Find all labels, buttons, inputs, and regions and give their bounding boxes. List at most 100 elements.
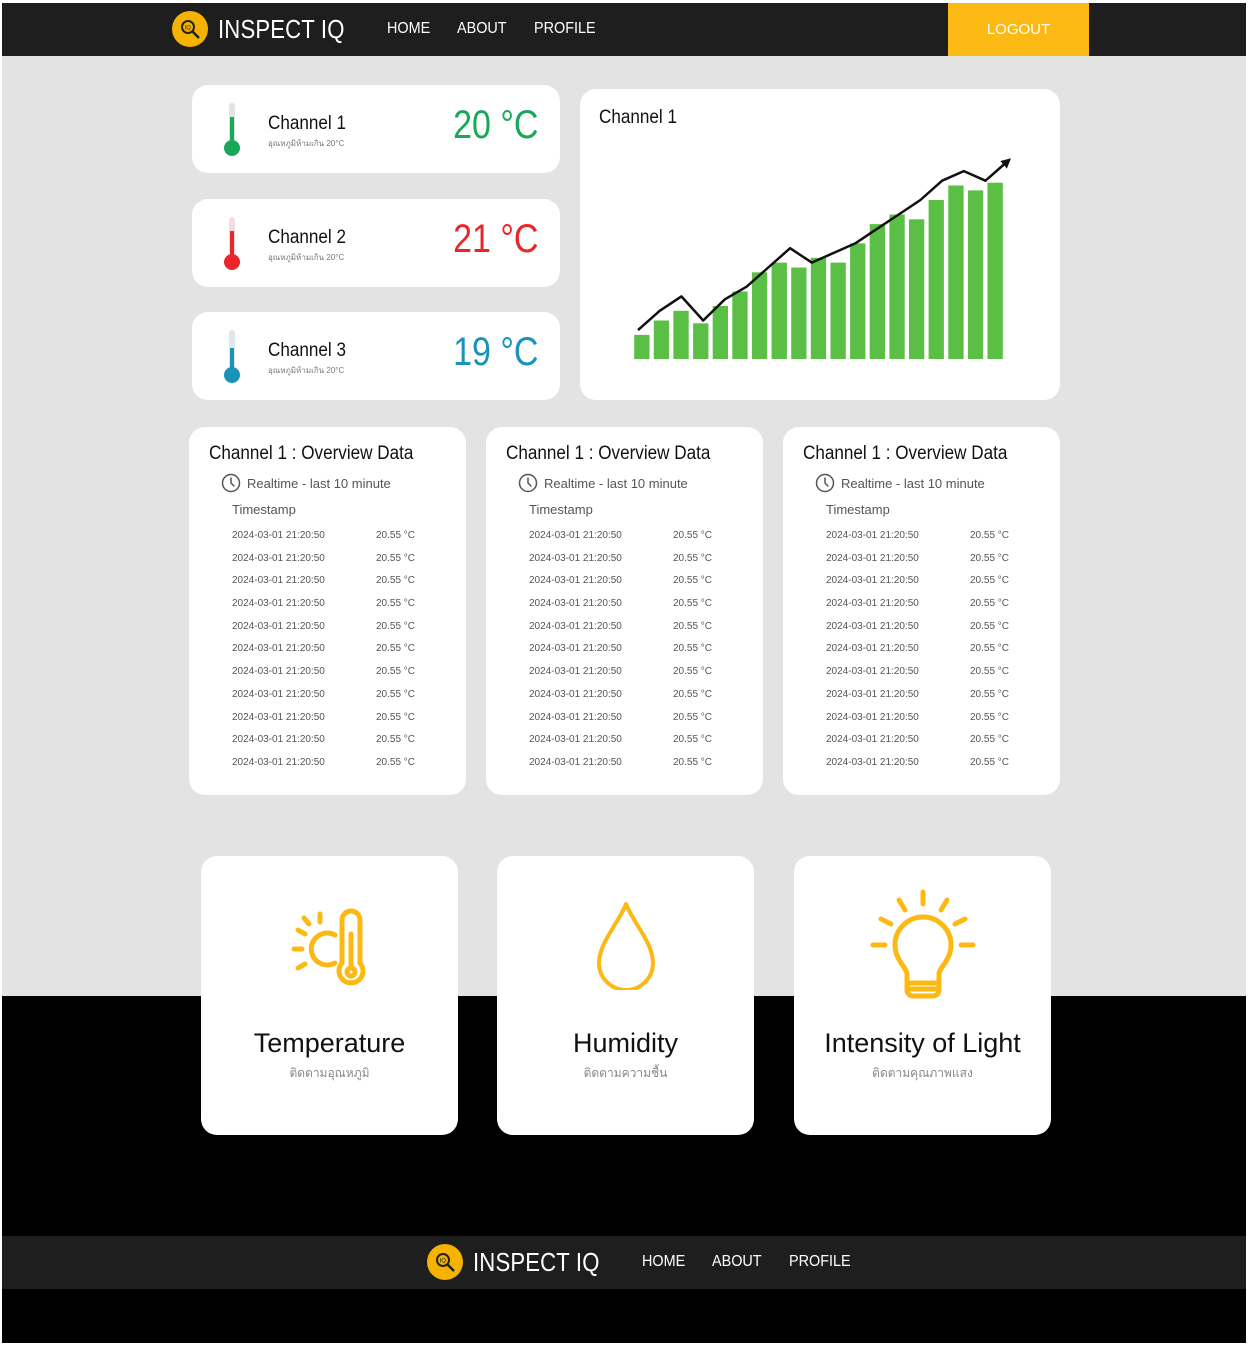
clock-icon (815, 473, 835, 493)
table-row: 2024-03-01 21:20:50 20.55 °C (232, 712, 432, 735)
footer-nav-about[interactable]: ABOUT (712, 1253, 762, 1271)
row-value: 20.55 °C (970, 598, 1010, 610)
nav-about[interactable]: ABOUT (457, 20, 507, 38)
inspect-iq-logo-icon: IQ (172, 11, 208, 47)
brand[interactable]: IQ INSPECT IQ (172, 11, 367, 47)
logout-button[interactable]: LOGOUT (948, 3, 1089, 56)
table-row: 2024-03-01 21:20:50 20.55 °C (826, 712, 1026, 735)
table-row: 2024-03-01 21:20:50 20.55 °C (232, 598, 432, 621)
row-timestamp: 2024-03-01 21:20:50 (529, 575, 622, 587)
chart-bar (869, 224, 885, 359)
column-header-timestamp: Timestamp (529, 502, 593, 517)
row-value: 20.55 °C (376, 552, 416, 564)
feature-title: Temperature (253, 1028, 406, 1058)
row-value: 20.55 °C (376, 575, 416, 587)
data-rows: 2024-03-01 21:20:50 20.55 °C 2024-03-01 21… (232, 530, 432, 780)
feature-subtitle: ติดตามคุณภาพแสง (872, 1066, 973, 1080)
table-row: 2024-03-01 21:20:50 20.55 °C (232, 734, 432, 757)
realtime-label: Realtime - last 10 minute (518, 473, 688, 493)
channel-name: Channel 2 (268, 227, 346, 248)
clock-icon (221, 473, 241, 493)
column-header-timestamp: Timestamp (232, 502, 296, 517)
row-timestamp: 2024-03-01 21:20:50 (529, 756, 622, 768)
table-row: 2024-03-01 21:20:50 20.55 °C (826, 666, 1026, 689)
nav-profile[interactable]: PROFILE (534, 20, 596, 38)
channel-card-3[interactable]: Channel 3 อุณหภูมิห้ามเกิน 20°C 19 °C (192, 312, 560, 400)
channel-note: อุณหภูมิห้ามเกิน 20°C (268, 139, 345, 148)
row-value: 20.55 °C (376, 530, 416, 541)
channel-note: อุณหภูมิห้ามเกิน 20°C (268, 366, 345, 375)
footer-nav-profile[interactable]: PROFILE (789, 1253, 851, 1271)
row-timestamp: 2024-03-01 21:20:50 (232, 643, 325, 655)
chart-bar (850, 243, 866, 359)
table-row: 2024-03-01 21:20:50 20.55 °C (826, 734, 1026, 757)
water-drop-icon (596, 902, 655, 990)
row-value: 20.55 °C (673, 552, 713, 564)
table-row: 2024-03-01 21:20:50 20.55 °C (529, 712, 729, 735)
row-value: 20.55 °C (970, 756, 1010, 768)
row-timestamp: 2024-03-01 21:20:50 (826, 575, 919, 587)
feature-subtitle: ติดตามอุณหภูมิ (289, 1066, 370, 1080)
chart-bar (909, 219, 925, 359)
row-value: 20.55 °C (970, 688, 1010, 700)
table-row: 2024-03-01 21:20:50 20.55 °C (529, 689, 729, 712)
row-value: 20.55 °C (970, 643, 1010, 655)
clock-icon (518, 473, 538, 493)
row-timestamp: 2024-03-01 21:20:50 (232, 688, 325, 700)
table-row: 2024-03-01 21:20:50 20.55 °C (232, 757, 432, 780)
feature-title: Intensity of Light (824, 1028, 1021, 1058)
nav-home[interactable]: HOME (387, 20, 430, 38)
chart-bar (693, 323, 709, 359)
row-timestamp: 2024-03-01 21:20:50 (529, 734, 622, 746)
row-value: 20.55 °C (376, 734, 416, 746)
footer-navbar: IQ INSPECT IQ HOME ABOUT PROFILE (2, 1236, 1246, 1289)
table-row: 2024-03-01 21:20:50 20.55 °C (826, 621, 1026, 644)
row-timestamp: 2024-03-01 21:20:50 (232, 666, 325, 678)
row-timestamp: 2024-03-01 21:20:50 (529, 643, 622, 655)
thermometer-icon (224, 330, 240, 383)
table-row: 2024-03-01 21:20:50 20.55 °C (529, 757, 729, 780)
row-timestamp: 2024-03-01 21:20:50 (529, 598, 622, 610)
channel-temperature: 19 °C (452, 330, 538, 374)
top-nav: HOME ABOUT PROFILE (387, 20, 625, 38)
table-row: 2024-03-01 21:20:50 20.55 °C (826, 530, 1026, 553)
row-value: 20.55 °C (376, 598, 416, 610)
row-timestamp: 2024-03-01 21:20:50 (529, 666, 622, 678)
table-row: 2024-03-01 21:20:50 20.55 °C (232, 553, 432, 576)
chart-bar (948, 185, 964, 359)
footer-nav-home[interactable]: HOME (642, 1253, 685, 1271)
overview-card-2: Channel 1 : Overview Data Realtime - last… (486, 427, 763, 795)
row-timestamp: 2024-03-01 21:20:50 (232, 756, 325, 768)
table-row: 2024-03-01 21:20:50 20.55 °C (529, 530, 729, 553)
channel-card-1[interactable]: Channel 1 อุณหภูมิห้ามเกิน 20°C 20 °C (192, 85, 560, 173)
feature-card-humidity[interactable]: Humidity ติดตามความชื้น (497, 856, 754, 1135)
chart-bar (928, 200, 944, 359)
data-rows: 2024-03-01 21:20:50 20.55 °C 2024-03-01 21… (826, 530, 1026, 780)
row-timestamp: 2024-03-01 21:20:50 (232, 552, 325, 564)
channel-name: Channel 1 (268, 113, 346, 134)
realtime-text: Realtime - last 10 minute (544, 475, 688, 491)
overview-card-1: Channel 1 : Overview Data Realtime - last… (189, 427, 466, 795)
table-row: 2024-03-01 21:20:50 20.55 °C (826, 643, 1026, 666)
light-bulb-icon (870, 889, 975, 999)
row-value: 20.55 °C (376, 666, 416, 678)
channel-card-2[interactable]: Channel 2 อุณหภูมิห้ามเกิน 20°C 21 °C (192, 199, 560, 287)
row-value: 20.55 °C (376, 756, 416, 768)
chart-bar (751, 272, 768, 359)
row-timestamp: 2024-03-01 21:20:50 (529, 711, 622, 723)
feature-card-light[interactable]: Intensity of Light ติดตามคุณภาพแสง (794, 856, 1051, 1135)
table-row: 2024-03-01 21:20:50 20.55 °C (529, 643, 729, 666)
feature-card-temperature[interactable]: Temperature ติดตามอุณหภูมิ (201, 856, 458, 1135)
row-timestamp: 2024-03-01 21:20:50 (529, 552, 622, 564)
table-row: 2024-03-01 21:20:50 20.55 °C (529, 575, 729, 598)
channel-name: Channel 3 (268, 340, 346, 361)
chart-bar (634, 334, 650, 359)
row-value: 20.55 °C (970, 552, 1010, 564)
row-value: 20.55 °C (673, 711, 713, 723)
row-timestamp: 2024-03-01 21:20:50 (826, 711, 919, 723)
chart-bar (967, 190, 984, 359)
row-timestamp: 2024-03-01 21:20:50 (826, 688, 919, 700)
row-value: 20.55 °C (970, 575, 1010, 587)
row-timestamp: 2024-03-01 21:20:50 (232, 734, 325, 746)
footer-brand[interactable]: IQ INSPECT IQ (427, 1244, 622, 1280)
